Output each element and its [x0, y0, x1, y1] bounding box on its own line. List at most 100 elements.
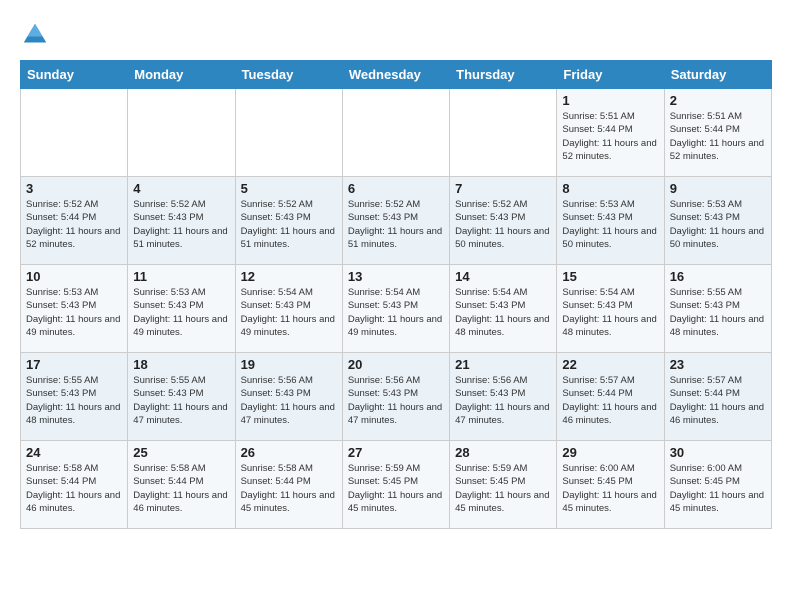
day-info: Sunrise: 5:57 AM Sunset: 5:44 PM Dayligh…: [562, 374, 658, 427]
day-number: 3: [26, 181, 122, 196]
day-cell: 6Sunrise: 5:52 AM Sunset: 5:43 PM Daylig…: [342, 177, 449, 265]
day-number: 9: [670, 181, 766, 196]
day-info: Sunrise: 5:57 AM Sunset: 5:44 PM Dayligh…: [670, 374, 766, 427]
day-info: Sunrise: 6:00 AM Sunset: 5:45 PM Dayligh…: [670, 462, 766, 515]
day-cell: 25 Sunrise: 5:58 AM Sunset: 5:44 PM Dayli…: [128, 441, 235, 529]
day-cell: 24 Sunrise: 5:58 AM Sunset: 5:44 PM Dayli…: [21, 441, 128, 529]
day-cell: [128, 89, 235, 177]
day-cell: 1 Sunrise: 5:51 AM Sunset: 5:44 PM Daylig…: [557, 89, 664, 177]
day-info: Sunrise: 5:58 AM Sunset: 5:44 PM Dayligh…: [133, 462, 229, 515]
day-info: Sunrise: 5:56 AM Sunset: 5:43 PM Dayligh…: [455, 374, 551, 427]
day-number: 12: [241, 269, 337, 284]
day-number: 16: [670, 269, 766, 284]
day-info: Sunrise: 5:55 AM Sunset: 5:43 PM Dayligh…: [670, 286, 766, 339]
day-number: 29: [562, 445, 658, 460]
weekday-header-thursday: Thursday: [450, 61, 557, 89]
day-number: 1: [562, 93, 658, 108]
day-cell: 19 Sunrise: 5:56 AM Sunset: 5:43 PM Dayli…: [235, 353, 342, 441]
week-row-2: 3 Sunrise: 5:52 AM Sunset: 5:44 PM Daylig…: [21, 177, 772, 265]
day-number: 5: [241, 181, 337, 196]
day-cell: [342, 89, 449, 177]
day-cell: 26 Sunrise: 5:58 AM Sunset: 5:44 PM Dayli…: [235, 441, 342, 529]
weekday-header-friday: Friday: [557, 61, 664, 89]
page: SundayMondayTuesdayWednesdayThursdayFrid…: [0, 0, 792, 539]
day-number: 26: [241, 445, 337, 460]
weekday-header-row: SundayMondayTuesdayWednesdayThursdayFrid…: [21, 61, 772, 89]
day-number: 23: [670, 357, 766, 372]
day-number: 15: [562, 269, 658, 284]
day-cell: 15 Sunrise: 5:54 AM Sunset: 5:43 PM Dayli…: [557, 265, 664, 353]
day-info: Sunrise: 5:54 AM Sunset: 5:43 PM Dayligh…: [348, 286, 444, 339]
day-info: Sunrise: 5:59 AM Sunset: 5:45 PM Dayligh…: [348, 462, 444, 515]
day-info: Sunrise: 5:52 AM Sunset: 5:43 PM Dayligh…: [455, 198, 551, 251]
day-cell: 11Sunrise: 5:53 AM Sunset: 5:43 PM Dayli…: [128, 265, 235, 353]
day-info: Sunrise: 5:54 AM Sunset: 5:43 PM Dayligh…: [562, 286, 658, 339]
day-number: 18: [133, 357, 229, 372]
day-number: 30: [670, 445, 766, 460]
weekday-header-tuesday: Tuesday: [235, 61, 342, 89]
day-info: Sunrise: 5:58 AM Sunset: 5:44 PM Dayligh…: [26, 462, 122, 515]
day-info: Sunrise: 5:52 AM Sunset: 5:44 PM Dayligh…: [26, 198, 122, 251]
day-cell: [450, 89, 557, 177]
day-number: 27: [348, 445, 444, 460]
day-number: 19: [241, 357, 337, 372]
day-number: 22: [562, 357, 658, 372]
day-info: Sunrise: 5:55 AM Sunset: 5:43 PM Dayligh…: [26, 374, 122, 427]
weekday-header-monday: Monday: [128, 61, 235, 89]
day-number: 14: [455, 269, 551, 284]
day-cell: 21 Sunrise: 5:56 AM Sunset: 5:43 PM Dayli…: [450, 353, 557, 441]
day-info: Sunrise: 5:51 AM Sunset: 5:44 PM Dayligh…: [562, 110, 658, 163]
day-info: Sunrise: 5:56 AM Sunset: 5:43 PM Dayligh…: [348, 374, 444, 427]
week-row-4: 17 Sunrise: 5:55 AM Sunset: 5:43 PM Dayli…: [21, 353, 772, 441]
day-cell: 30 Sunrise: 6:00 AM Sunset: 5:45 PM Dayli…: [664, 441, 771, 529]
day-number: 4: [133, 181, 229, 196]
day-cell: 23 Sunrise: 5:57 AM Sunset: 5:44 PM Dayli…: [664, 353, 771, 441]
day-info: Sunrise: 5:53 AM Sunset: 5:43 PM Dayligh…: [670, 198, 766, 251]
day-number: 7: [455, 181, 551, 196]
day-number: 17: [26, 357, 122, 372]
day-cell: 10Sunrise: 5:53 AM Sunset: 5:43 PM Dayli…: [21, 265, 128, 353]
day-cell: 17 Sunrise: 5:55 AM Sunset: 5:43 PM Dayli…: [21, 353, 128, 441]
logo: [20, 20, 54, 50]
day-info: Sunrise: 5:53 AM Sunset: 5:43 PM Dayligh…: [562, 198, 658, 251]
header: [20, 20, 772, 50]
day-cell: 29 Sunrise: 6:00 AM Sunset: 5:45 PM Dayli…: [557, 441, 664, 529]
weekday-header-sunday: Sunday: [21, 61, 128, 89]
day-cell: 8 Sunrise: 5:53 AM Sunset: 5:43 PM Daylig…: [557, 177, 664, 265]
day-cell: [235, 89, 342, 177]
day-info: Sunrise: 5:54 AM Sunset: 5:43 PM Dayligh…: [455, 286, 551, 339]
day-number: 6: [348, 181, 444, 196]
day-info: Sunrise: 5:53 AM Sunset: 5:43 PM Dayligh…: [133, 286, 229, 339]
day-cell: 28Sunrise: 5:59 AM Sunset: 5:45 PM Dayli…: [450, 441, 557, 529]
weekday-header-wednesday: Wednesday: [342, 61, 449, 89]
logo-icon: [20, 20, 50, 50]
day-info: Sunrise: 5:51 AM Sunset: 5:44 PM Dayligh…: [670, 110, 766, 163]
day-cell: 16 Sunrise: 5:55 AM Sunset: 5:43 PM Dayli…: [664, 265, 771, 353]
day-number: 8: [562, 181, 658, 196]
day-cell: 7 Sunrise: 5:52 AM Sunset: 5:43 PM Daylig…: [450, 177, 557, 265]
day-number: 21: [455, 357, 551, 372]
day-info: Sunrise: 5:52 AM Sunset: 5:43 PM Dayligh…: [133, 198, 229, 251]
calendar: SundayMondayTuesdayWednesdayThursdayFrid…: [20, 60, 772, 529]
week-row-5: 24 Sunrise: 5:58 AM Sunset: 5:44 PM Dayli…: [21, 441, 772, 529]
day-info: Sunrise: 5:55 AM Sunset: 5:43 PM Dayligh…: [133, 374, 229, 427]
day-cell: 27 Sunrise: 5:59 AM Sunset: 5:45 PM Dayli…: [342, 441, 449, 529]
day-cell: 13Sunrise: 5:54 AM Sunset: 5:43 PM Dayli…: [342, 265, 449, 353]
day-cell: 5Sunrise: 5:52 AM Sunset: 5:43 PM Daylig…: [235, 177, 342, 265]
day-number: 24: [26, 445, 122, 460]
day-number: 20: [348, 357, 444, 372]
day-cell: 14 Sunrise: 5:54 AM Sunset: 5:43 PM Dayli…: [450, 265, 557, 353]
day-cell: 9 Sunrise: 5:53 AM Sunset: 5:43 PM Daylig…: [664, 177, 771, 265]
day-cell: 4 Sunrise: 5:52 AM Sunset: 5:43 PM Daylig…: [128, 177, 235, 265]
day-info: Sunrise: 5:59 AM Sunset: 5:45 PM Dayligh…: [455, 462, 551, 515]
day-number: 2: [670, 93, 766, 108]
week-row-1: 1 Sunrise: 5:51 AM Sunset: 5:44 PM Daylig…: [21, 89, 772, 177]
day-cell: 2 Sunrise: 5:51 AM Sunset: 5:44 PM Daylig…: [664, 89, 771, 177]
week-row-3: 10Sunrise: 5:53 AM Sunset: 5:43 PM Dayli…: [21, 265, 772, 353]
day-info: Sunrise: 5:56 AM Sunset: 5:43 PM Dayligh…: [241, 374, 337, 427]
day-cell: 18 Sunrise: 5:55 AM Sunset: 5:43 PM Dayli…: [128, 353, 235, 441]
day-info: Sunrise: 5:58 AM Sunset: 5:44 PM Dayligh…: [241, 462, 337, 515]
day-info: Sunrise: 6:00 AM Sunset: 5:45 PM Dayligh…: [562, 462, 658, 515]
weekday-header-saturday: Saturday: [664, 61, 771, 89]
day-number: 25: [133, 445, 229, 460]
